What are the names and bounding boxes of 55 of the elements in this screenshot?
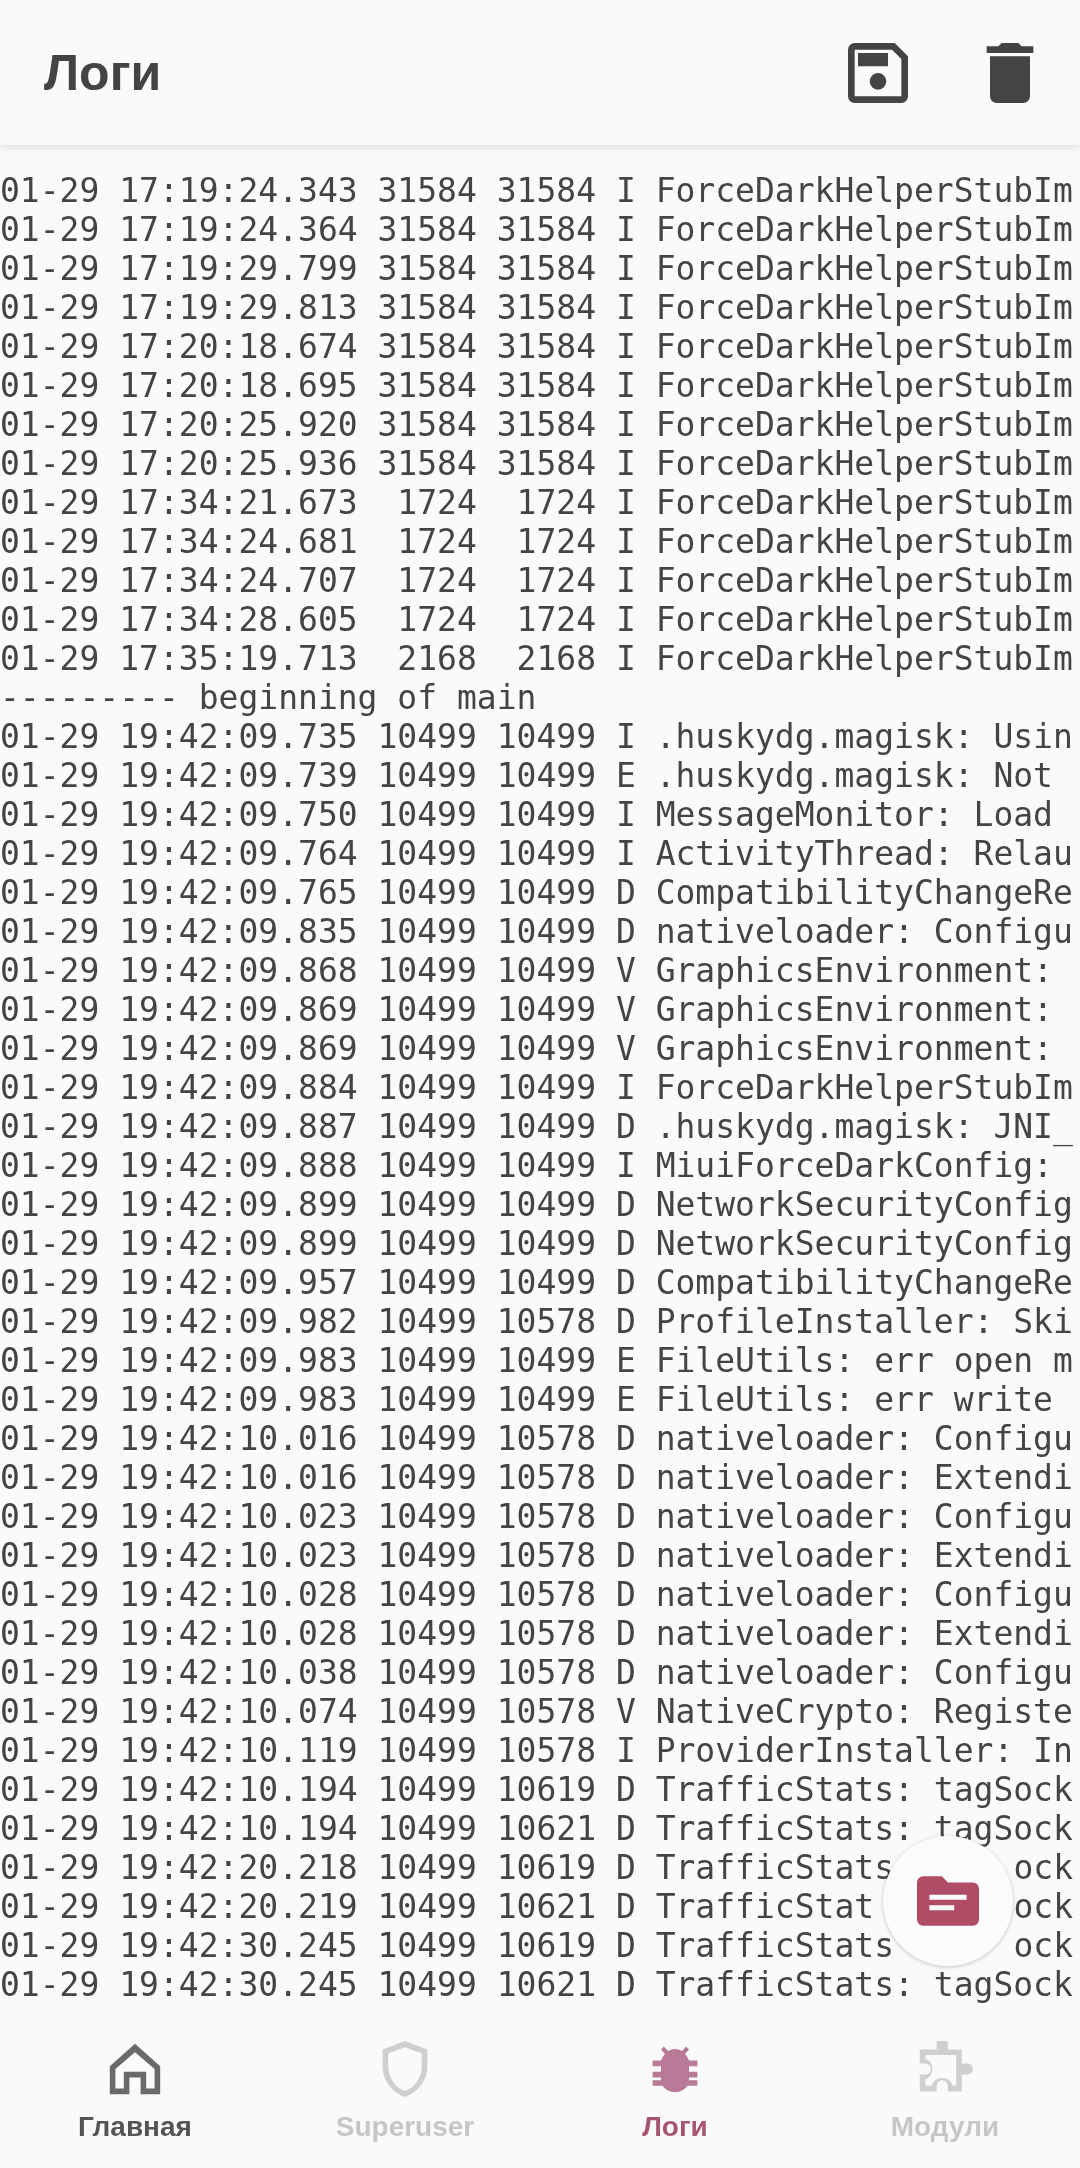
log-line: 01-29 17:35:19.713 2168 2168 I ForceDarkHelperStubIm [0,638,1073,678]
log-line: 01-29 19:42:09.868 10499 10499 V GraphicsEnvironment: [0,950,1053,990]
log-line: 01-29 17:20:18.695 31584 31584 I ForceDarkHelperStubIm [0,365,1073,405]
log-line: 01-29 19:42:09.888 10499 10499 I MiuiForceDarkConfig: [0,1145,1053,1185]
log-line: 01-29 19:42:09.957 10499 10499 D CompatibilityChangeRe [0,1262,1073,1302]
log-line: 01-29 19:42:09.765 10499 10499 D CompatibilityChangeRe [0,872,1073,912]
log-line: 01-29 19:42:09.835 10499 10499 D nativeloader: Configu [0,911,1073,951]
log-line: 01-29 17:20:25.936 31584 31584 I ForceDarkHelperStubIm [0,443,1073,483]
log-line: 01-29 19:42:10.074 10499 10578 V NativeCrypto: Registe [0,1691,1073,1731]
log-line: 01-29 19:42:09.869 10499 10499 V GraphicsEnvironment: [0,1028,1053,1068]
log-line-fragment: ock [1013,1886,1073,1926]
log-line: 01-29 19:42:09.764 10499 10499 I ActivityThread: Relau [0,833,1073,873]
log-line: 01-29 17:19:29.799 31584 31584 I ForceDarkHelperStubIm [0,248,1073,288]
log-line: 01-29 19:42:10.028 10499 10578 D nativeloader: Extendi [0,1613,1073,1653]
log-line: 01-29 17:19:29.813 31584 31584 I ForceDarkHelperStubIm [0,287,1073,327]
log-line: 01-29 19:42:09.739 10499 10499 E .huskydg.magisk: Not [0,755,1053,795]
log-line: 01-29 19:42:09.983 10499 10499 E FileUtils: err open m [0,1340,1073,1380]
log-line: 01-29 17:20:18.674 31584 31584 I ForceDarkHelperStubIm [0,326,1073,366]
screen-title: Логи [44,43,163,102]
log-line: 01-29 19:42:30.245 10499 10619 D TrafficStats [0,1925,895,1965]
log-line: 01-29 19:42:20.219 10499 10621 D TrafficStat [0,1886,875,1926]
nav-tab[interactable]: Логи [540,2016,810,2168]
log-line: 01-29 19:42:09.735 10499 10499 I .huskydg.magisk: Usin [0,716,1073,756]
log-line: 01-29 19:42:09.884 10499 10499 I ForceDarkHelperStubIm [0,1067,1073,1107]
log-line: 01-29 19:42:10.016 10499 10578 D nativeloader: Configu [0,1418,1073,1458]
log-line: --------- beginning of main [0,677,537,717]
log-line: 01-29 19:42:10.023 10499 10578 D nativeloader: Configu [0,1496,1073,1536]
save-icon[interactable] [848,42,908,103]
log-line: 01-29 17:34:24.681 1724 1724 I ForceDarkHelperStubIm [0,521,1073,561]
log-line: 01-29 19:42:09.887 10499 10499 D .huskydg.magisk: JNI_ [0,1106,1073,1146]
log-line: 01-29 19:42:10.194 10499 10621 D TrafficStats: tagSock [0,1808,1073,1848]
log-line: 01-29 17:19:24.364 31584 31584 I ForceDarkHelperStubIm [0,209,1073,249]
log-line-fragment: ock [1013,1925,1073,1965]
log-line: 01-29 19:42:10.194 10499 10619 D TrafficStats: tagSock [0,1769,1073,1809]
log-line: 01-29 19:42:09.982 10499 10578 D ProfileInstaller: Ski [0,1301,1073,1341]
log-line: 01-29 19:42:30.245 10499 10621 D TrafficStats: tagSock [0,1964,1073,2004]
log-line: 01-29 19:42:10.119 10499 10578 I ProviderInstaller: In [0,1730,1073,1770]
log-line: 01-29 19:42:10.016 10499 10578 D nativeloader: Extendi [0,1457,1073,1497]
log-line: 01-29 19:42:09.983 10499 10499 E FileUtils: err write [0,1379,1053,1419]
log-line: 01-29 19:42:09.869 10499 10499 V GraphicsEnvironment: [0,989,1053,1029]
log-line: 01-29 17:19:24.343 31584 31584 I ForceDarkHelperStubIm [0,170,1073,210]
log-line: 01-29 17:20:25.920 31584 31584 I ForceDarkHelperStubIm [0,404,1073,444]
log-line: 01-29 19:42:20.218 10499 10619 D TrafficStats [0,1847,895,1887]
log-line: 01-29 19:42:09.899 10499 10499 D NetworkSecurityConfig [0,1223,1073,1263]
log-line-fragment: ock [1013,1847,1073,1887]
log-line: 01-29 19:42:09.750 10499 10499 I MessageMonitor: Load [0,794,1053,834]
log-line: 01-29 19:42:09.899 10499 10499 D NetworkSecurityConfig [0,1184,1073,1224]
nav-tab[interactable]: Главная [0,2016,270,2168]
log-line: 01-29 17:34:24.707 1724 1724 I ForceDarkHelperStubIm [0,560,1073,600]
log-line: 01-29 17:34:21.673 1724 1724 I ForceDarkHelperStubIm [0,482,1073,522]
house-icon [107,2041,163,2097]
log-line: 01-29 19:42:10.038 10499 10578 D nativeloader: Configu [0,1652,1073,1692]
log-line: 01-29 19:42:10.023 10499 10578 D nativeloader: Extendi [0,1535,1073,1575]
log-line: 01-29 17:34:28.605 1724 1724 I ForceDarkHelperStubIm [0,599,1073,639]
log-line: 01-29 19:42:10.028 10499 10578 D nativeloader: Configu [0,1574,1073,1614]
